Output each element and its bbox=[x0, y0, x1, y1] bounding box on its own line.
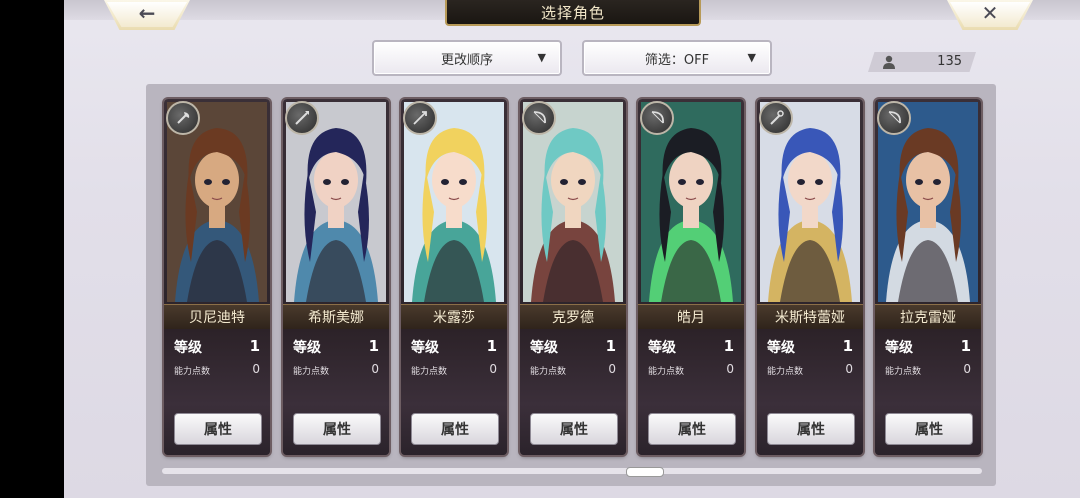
character-name-bar: 皓月 bbox=[638, 304, 744, 330]
filter-dropdown[interactable]: 筛选：OFF ▼ bbox=[582, 40, 772, 76]
attributes-button-label: 属性 bbox=[560, 422, 588, 438]
ability-points-label: 能力点数 bbox=[530, 367, 567, 377]
level-label: 等级 bbox=[885, 340, 913, 356]
attributes-button-label: 属性 bbox=[797, 422, 825, 438]
character-stats: 等级 1 能力点数 0 属性 bbox=[401, 329, 507, 455]
attributes-button-label: 属性 bbox=[915, 422, 943, 438]
character-card[interactable]: 米斯特蕾娅 等级 1 能力点数 0 属性 bbox=[757, 99, 863, 455]
title-banner: 选择角色 bbox=[445, 0, 701, 26]
ability-points-label: 能力点数 bbox=[411, 367, 448, 377]
horizontal-scrollbar[interactable] bbox=[162, 468, 982, 474]
bow-icon bbox=[522, 101, 556, 135]
ability-points-value: 0 bbox=[845, 362, 853, 376]
ability-points-value: 0 bbox=[489, 362, 497, 376]
left-black-bar bbox=[0, 0, 64, 498]
character-name: 米斯特蕾娅 bbox=[775, 310, 845, 326]
level-value: 1 bbox=[249, 337, 260, 355]
ability-points-value: 0 bbox=[963, 362, 971, 376]
chevron-down-icon: ▼ bbox=[747, 51, 756, 64]
back-arrow-icon: ← bbox=[138, 1, 156, 25]
chevron-down-icon: ▼ bbox=[537, 51, 546, 64]
character-name: 希斯美娜 bbox=[308, 310, 364, 326]
level-label: 等级 bbox=[648, 340, 676, 356]
character-card[interactable]: 希斯美娜 等级 1 能力点数 0 属性 bbox=[283, 99, 389, 455]
character-card[interactable]: 米露莎 等级 1 能力点数 0 属性 bbox=[401, 99, 507, 455]
character-name-bar: 米斯特蕾娅 bbox=[757, 304, 863, 330]
axe-icon bbox=[166, 101, 200, 135]
character-stats: 等级 1 能力点数 0 属性 bbox=[283, 329, 389, 455]
attributes-button[interactable]: 属性 bbox=[411, 413, 499, 445]
character-stats: 等级 1 能力点数 0 属性 bbox=[638, 329, 744, 455]
character-stats: 等级 1 能力点数 0 属性 bbox=[520, 329, 626, 455]
character-count-badge: 135 bbox=[868, 52, 976, 72]
attributes-button-label: 属性 bbox=[441, 422, 469, 438]
attributes-button[interactable]: 属性 bbox=[530, 413, 618, 445]
character-card[interactable]: 克罗德 等级 1 能力点数 0 属性 bbox=[520, 99, 626, 455]
character-name-bar: 贝尼迪特 bbox=[164, 304, 270, 330]
page-title: 选择角色 bbox=[540, 3, 605, 22]
attributes-button-label: 属性 bbox=[678, 422, 706, 438]
arrow-icon bbox=[403, 101, 437, 135]
level-label: 等级 bbox=[530, 340, 558, 356]
level-value: 1 bbox=[960, 337, 971, 355]
ability-points-label: 能力点数 bbox=[174, 367, 211, 377]
character-count: 135 bbox=[937, 54, 962, 69]
sort-order-label: 更改顺序 bbox=[440, 52, 493, 68]
attributes-button[interactable]: 属性 bbox=[174, 413, 262, 445]
level-label: 等级 bbox=[174, 340, 202, 356]
character-name: 克罗德 bbox=[552, 310, 594, 326]
level-label: 等级 bbox=[411, 340, 439, 356]
attributes-button[interactable]: 属性 bbox=[767, 413, 855, 445]
close-icon: ✕ bbox=[981, 1, 999, 25]
attributes-button-label: 属性 bbox=[323, 422, 351, 438]
level-value: 1 bbox=[842, 337, 853, 355]
bow-icon bbox=[640, 101, 674, 135]
ability-points-label: 能力点数 bbox=[648, 367, 685, 377]
level-value: 1 bbox=[368, 337, 379, 355]
character-name-bar: 希斯美娜 bbox=[283, 304, 389, 330]
filter-label: 筛选：OFF bbox=[644, 52, 710, 68]
level-label: 等级 bbox=[293, 340, 321, 356]
ability-points-value: 0 bbox=[608, 362, 616, 376]
character-card[interactable]: 拉克雷娅 等级 1 能力点数 0 属性 bbox=[875, 99, 981, 455]
character-name: 贝尼迪特 bbox=[189, 310, 245, 326]
character-card[interactable]: 皓月 等级 1 能力点数 0 属性 bbox=[638, 99, 744, 455]
character-select-screen: ← 选择角色 ✕ 更改顺序 ▼ 筛选：OFF ▼ 135 贝尼迪特 等级 1 能… bbox=[64, 0, 1080, 498]
level-value: 1 bbox=[486, 337, 497, 355]
attributes-button[interactable]: 属性 bbox=[885, 413, 973, 445]
ability-points-label: 能力点数 bbox=[293, 367, 330, 377]
character-name: 米露莎 bbox=[433, 310, 475, 326]
ability-points-label: 能力点数 bbox=[767, 367, 804, 377]
ability-points-value: 0 bbox=[252, 362, 260, 376]
staff-icon bbox=[759, 101, 793, 135]
character-card[interactable]: 贝尼迪特 等级 1 能力点数 0 属性 bbox=[164, 99, 270, 455]
level-value: 1 bbox=[723, 337, 734, 355]
character-name: 拉克雷娅 bbox=[900, 310, 956, 326]
ability-points-label: 能力点数 bbox=[885, 367, 922, 377]
character-name: 皓月 bbox=[677, 310, 705, 326]
character-stats: 等级 1 能力点数 0 属性 bbox=[164, 329, 270, 455]
close-button[interactable]: ✕ bbox=[947, 0, 1033, 30]
character-name-bar: 米露莎 bbox=[401, 304, 507, 330]
character-stats: 等级 1 能力点数 0 属性 bbox=[875, 329, 981, 455]
level-label: 等级 bbox=[767, 340, 795, 356]
sort-order-dropdown[interactable]: 更改顺序 ▼ bbox=[372, 40, 562, 76]
person-icon bbox=[883, 55, 895, 69]
scrollbar-thumb[interactable] bbox=[626, 467, 664, 477]
attributes-button-label: 属性 bbox=[204, 422, 232, 438]
character-name-bar: 拉克雷娅 bbox=[875, 304, 981, 330]
spear-icon bbox=[285, 101, 319, 135]
ability-points-value: 0 bbox=[371, 362, 379, 376]
attributes-button[interactable]: 属性 bbox=[293, 413, 381, 445]
back-button[interactable]: ← bbox=[104, 0, 190, 30]
attributes-button[interactable]: 属性 bbox=[648, 413, 736, 445]
ability-points-value: 0 bbox=[726, 362, 734, 376]
character-name-bar: 克罗德 bbox=[520, 304, 626, 330]
bow-icon bbox=[877, 101, 911, 135]
level-value: 1 bbox=[605, 337, 616, 355]
character-stats: 等级 1 能力点数 0 属性 bbox=[757, 329, 863, 455]
